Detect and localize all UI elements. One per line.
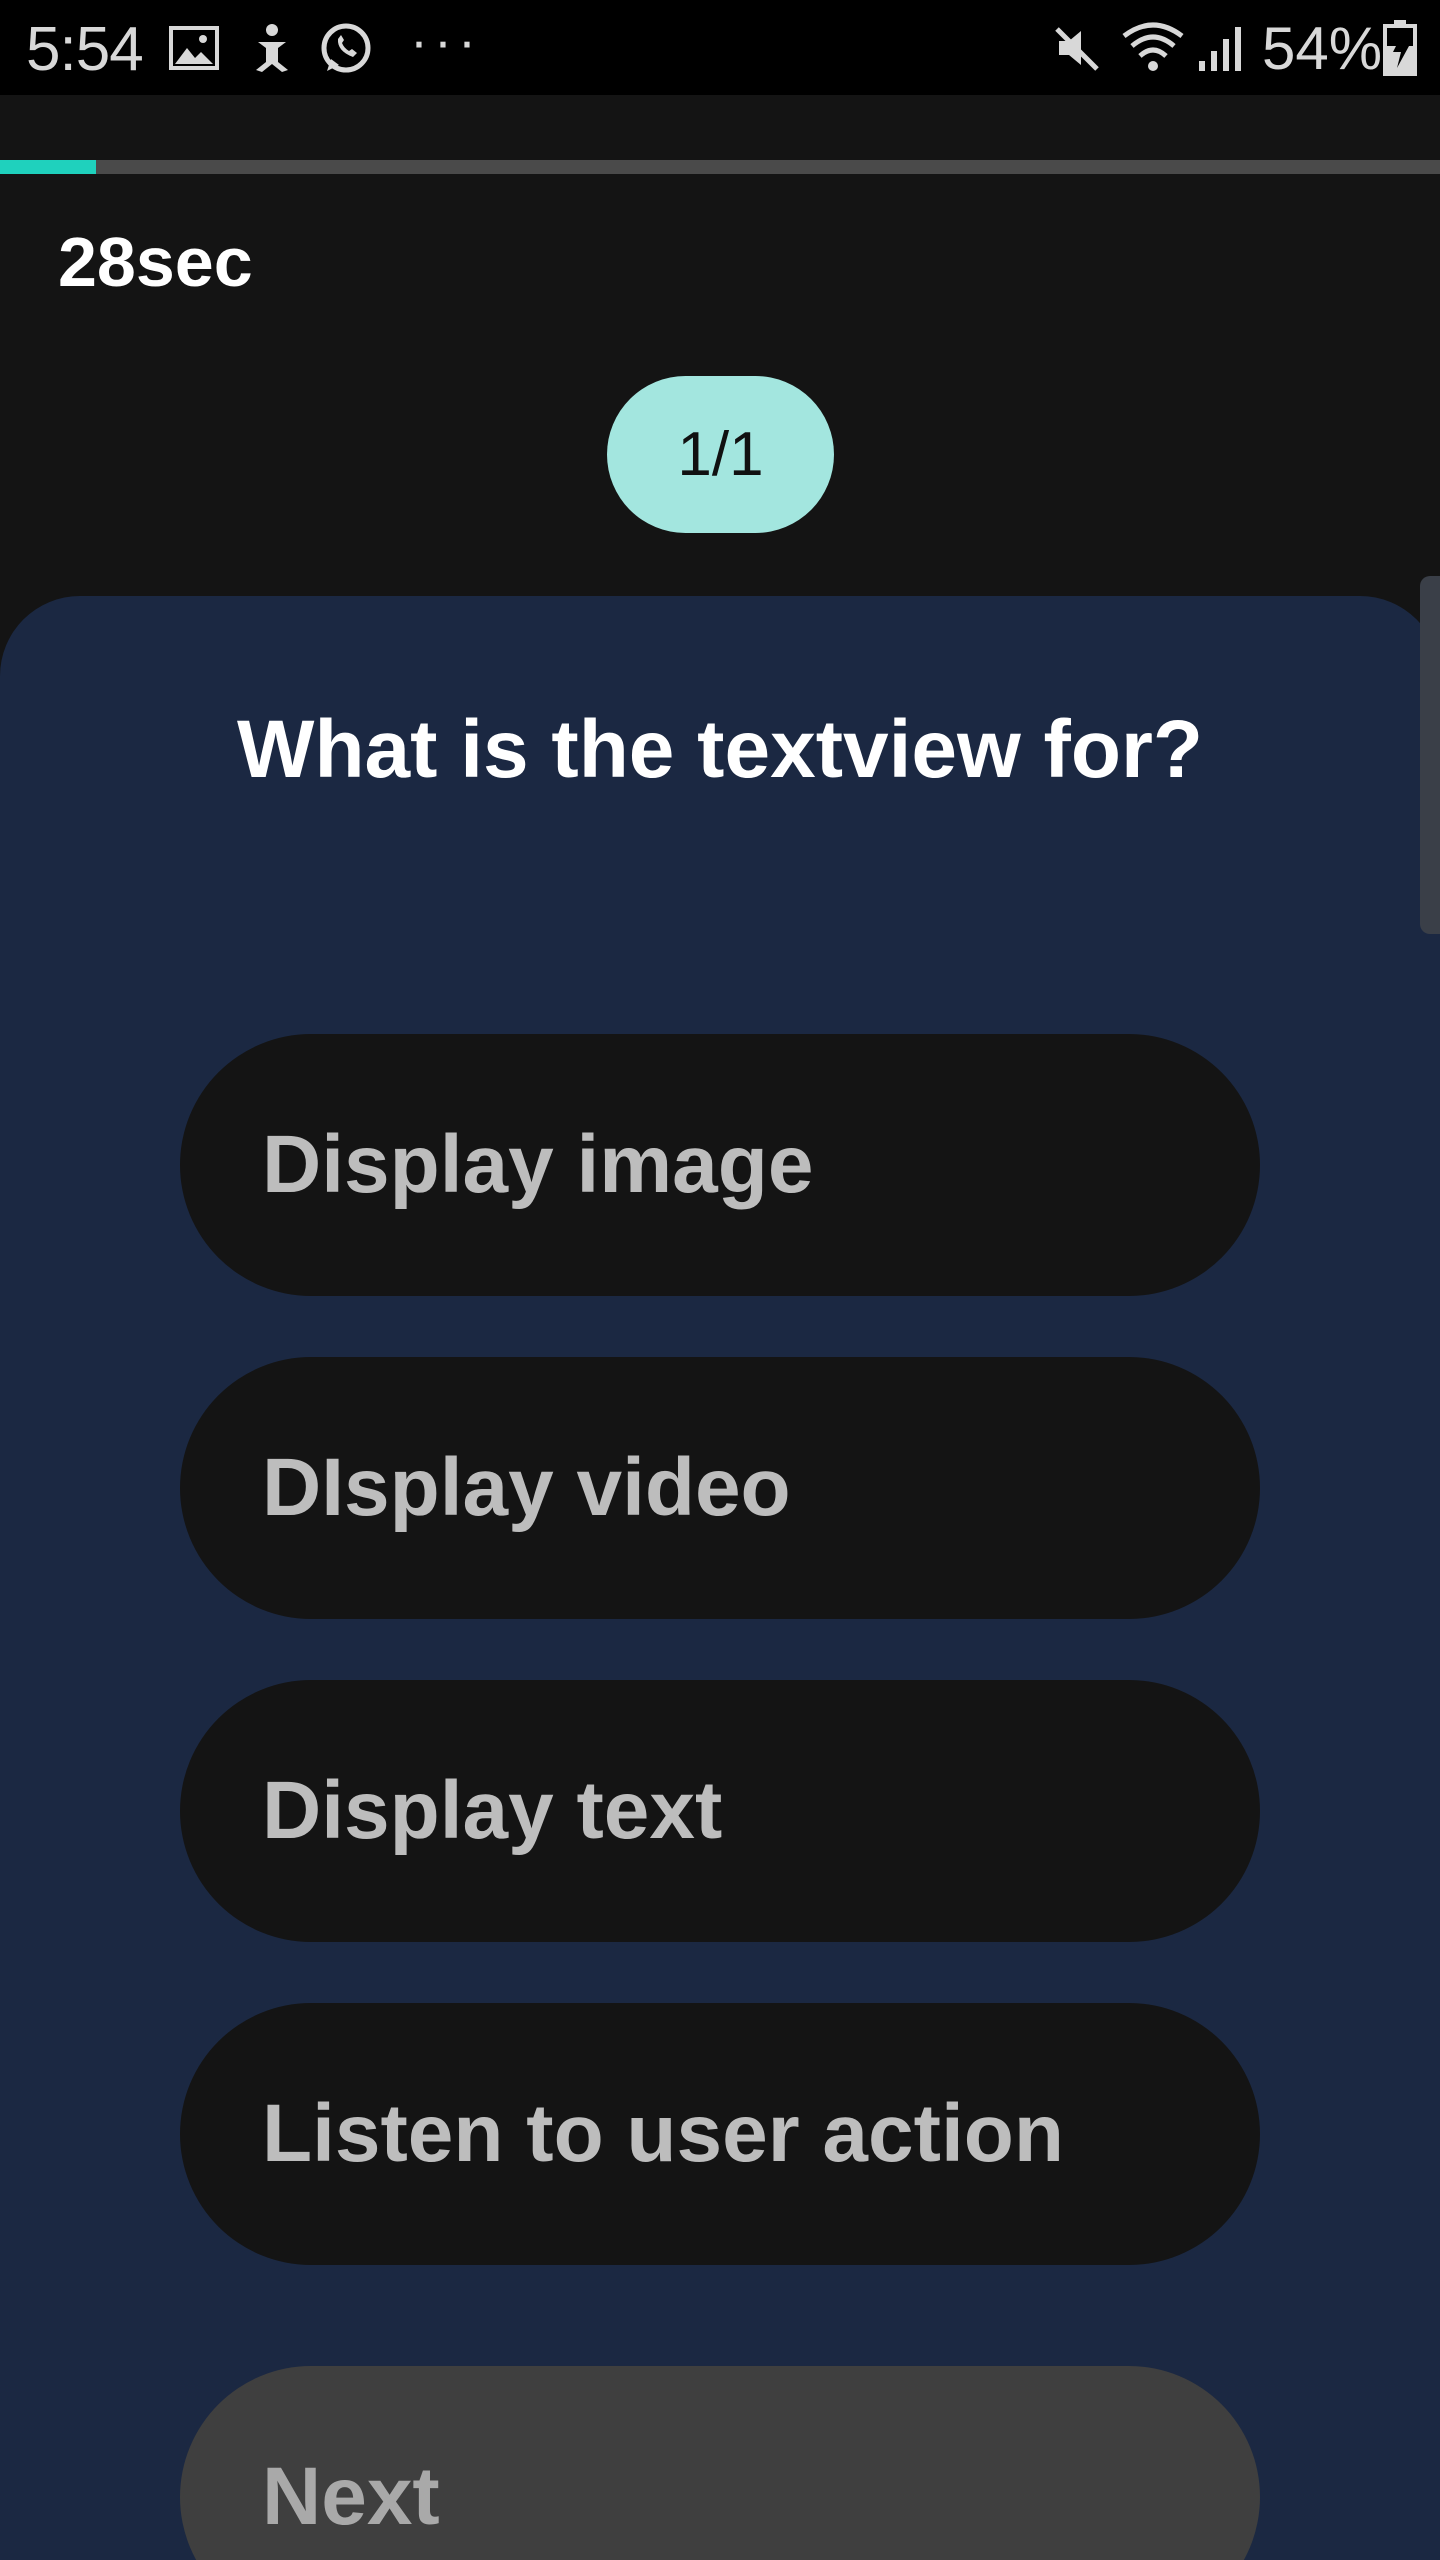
wifi-icon	[1118, 20, 1188, 76]
more-notifications: ···	[410, 11, 482, 71]
quiz-progress-bar	[0, 160, 1440, 174]
answer-option[interactable]: Display image	[180, 1034, 1260, 1296]
image-icon	[168, 20, 220, 76]
mute-icon	[1050, 20, 1106, 76]
next-button[interactable]: Next	[180, 2366, 1260, 2560]
question-counter: 1/1	[607, 376, 834, 533]
answer-option[interactable]: Listen to user action	[180, 2003, 1260, 2265]
countdown-timer: 28sec	[58, 223, 253, 301]
answer-option[interactable]: Display text	[180, 1680, 1260, 1942]
accessibility-icon	[244, 20, 296, 76]
status-time: 5:54	[26, 15, 144, 84]
answer-option[interactable]: DIsplay video	[180, 1357, 1260, 1619]
battery-percent: 54%	[1262, 15, 1383, 82]
signal-icon	[1194, 20, 1248, 76]
quiz-progress-fill	[0, 160, 97, 174]
question-text: What is the textview for?	[237, 704, 1203, 795]
whatsapp-icon	[318, 20, 374, 76]
status-bar: 5:54 ··· 54%	[0, 0, 1440, 95]
battery-charging-icon	[1380, 20, 1420, 76]
scrollbar-handle[interactable]	[1420, 576, 1440, 934]
